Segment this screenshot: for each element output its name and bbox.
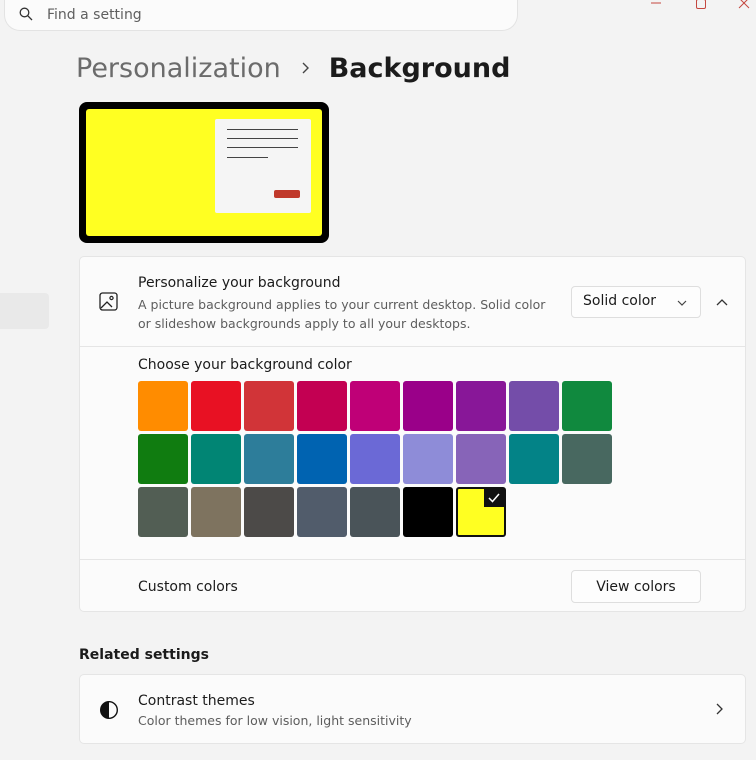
chevron-right-icon: [716, 703, 723, 715]
checkmark-icon: [484, 489, 504, 507]
color-swatch[interactable]: [562, 434, 612, 484]
color-swatch[interactable]: [297, 381, 347, 431]
preview-line: [227, 129, 298, 130]
sidebar-selected-item[interactable]: [0, 293, 49, 329]
color-swatch[interactable]: [456, 434, 506, 484]
maximize-icon[interactable]: [691, 0, 711, 10]
divider: [80, 559, 745, 560]
search-box[interactable]: [4, 0, 518, 31]
minimize-icon[interactable]: [646, 0, 666, 10]
color-swatch[interactable]: [191, 434, 241, 484]
search-input[interactable]: [45, 6, 489, 24]
contrast-themes-title: Contrast themes: [138, 693, 255, 709]
chevron-right-icon: [302, 62, 309, 74]
color-swatch[interactable]: [403, 381, 453, 431]
chevron-up-icon[interactable]: [708, 291, 736, 313]
color-swatch[interactable]: [244, 434, 294, 484]
choose-color-title: Choose your background color: [138, 357, 352, 373]
personalize-description: A picture background applies to your cur…: [138, 297, 546, 331]
color-swatch[interactable]: [191, 381, 241, 431]
preview-button: [274, 190, 300, 198]
page-title: Background: [328, 52, 511, 84]
close-icon[interactable]: [734, 0, 754, 10]
preview-window: [215, 119, 311, 213]
preview-line: [227, 138, 298, 139]
breadcrumb: Personalization Background: [76, 48, 510, 88]
color-swatch[interactable]: [350, 487, 400, 537]
custom-colors-label: Custom colors: [138, 579, 238, 595]
view-colors-button[interactable]: View colors: [571, 570, 701, 603]
personalize-title: Personalize your background: [138, 275, 341, 291]
color-swatch[interactable]: [244, 381, 294, 431]
color-swatch[interactable]: [297, 434, 347, 484]
breadcrumb-parent[interactable]: Personalization: [76, 53, 281, 84]
background-type-dropdown[interactable]: Solid color: [571, 286, 701, 318]
color-swatch[interactable]: [138, 434, 188, 484]
color-swatch[interactable]: [350, 434, 400, 484]
preview-line: [227, 147, 298, 148]
related-settings-heading: Related settings: [79, 647, 209, 663]
color-swatch[interactable]: [138, 381, 188, 431]
preview-line: [227, 157, 268, 158]
desktop-preview: [79, 102, 329, 243]
contrast-themes-link[interactable]: Contrast themes Color themes for low vis…: [79, 674, 746, 744]
color-swatch[interactable]: [456, 381, 506, 431]
picture-icon: [99, 292, 118, 311]
color-swatch[interactable]: [403, 434, 453, 484]
color-swatch[interactable]: [297, 487, 347, 537]
personalize-background-card: Personalize your background A picture ba…: [79, 256, 746, 612]
chevron-down-icon: [677, 300, 687, 306]
personalize-background-row[interactable]: Personalize your background A picture ba…: [80, 257, 745, 347]
color-swatch[interactable]: [350, 381, 400, 431]
color-swatch-grid: [138, 381, 614, 537]
color-swatch[interactable]: [403, 487, 453, 537]
color-swatch[interactable]: [456, 487, 506, 537]
contrast-themes-description: Color themes for low vision, light sensi…: [138, 713, 412, 728]
color-swatch[interactable]: [244, 487, 294, 537]
color-swatch[interactable]: [509, 381, 559, 431]
preview-screen: [86, 109, 322, 236]
color-swatch[interactable]: [191, 487, 241, 537]
color-swatch[interactable]: [562, 381, 612, 431]
color-swatch[interactable]: [138, 487, 188, 537]
search-icon: [19, 7, 33, 21]
color-swatch[interactable]: [509, 434, 559, 484]
dropdown-value: Solid color: [583, 293, 657, 309]
contrast-icon: [99, 700, 119, 720]
